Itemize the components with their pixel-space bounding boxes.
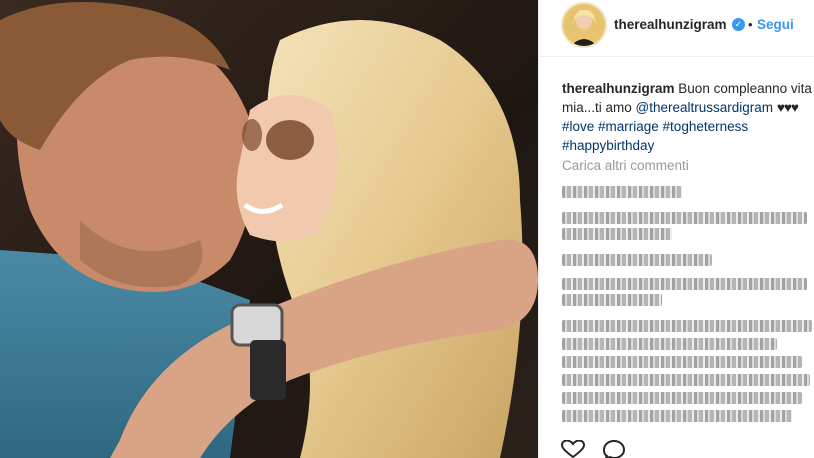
caption-hearts: ♥♥♥ xyxy=(776,100,799,115)
heart-icon[interactable] xyxy=(560,439,586,458)
separator-dot: • xyxy=(748,17,753,32)
blurred-comment xyxy=(562,212,807,224)
caption-mention[interactable]: @therealtrussardigram xyxy=(636,100,774,115)
blurred-comment xyxy=(562,228,672,240)
blurred-comment xyxy=(562,294,662,306)
post-actions xyxy=(560,439,814,458)
caption-hashtags[interactable]: #love #marriage #togheterness xyxy=(562,119,748,134)
caption-hashtag-birthday[interactable]: #happybirthday xyxy=(562,138,654,153)
blurred-comment xyxy=(562,374,810,386)
caption-text-1: Buon compleanno vita xyxy=(678,81,812,96)
blurred-comment xyxy=(562,278,807,290)
blurred-comment xyxy=(562,186,682,198)
post-side-panel: therealhunzigram ✓ • Segui therealhunzig… xyxy=(539,0,814,458)
post-caption: therealhunzigram Buon compleanno vita mi… xyxy=(562,79,814,155)
caption-username[interactable]: therealhunzigram xyxy=(562,81,675,96)
avatar[interactable] xyxy=(561,2,607,48)
caption-text-2: mia...ti amo xyxy=(562,100,632,115)
blurred-comment xyxy=(562,320,812,332)
blurred-comment xyxy=(562,410,792,422)
post-photo[interactable] xyxy=(0,0,538,458)
blurred-comment xyxy=(562,254,712,266)
blurred-comment xyxy=(562,392,802,404)
verified-badge-icon: ✓ xyxy=(732,18,745,31)
post-header: therealhunzigram ✓ • Segui xyxy=(539,0,814,57)
follow-button[interactable]: Segui xyxy=(757,17,794,32)
blurred-comment xyxy=(562,356,802,368)
comment-icon[interactable] xyxy=(602,439,626,458)
load-more-comments-link[interactable]: Carica altri commenti xyxy=(562,158,689,173)
blurred-comment xyxy=(562,338,777,350)
post-username[interactable]: therealhunzigram xyxy=(614,17,727,32)
